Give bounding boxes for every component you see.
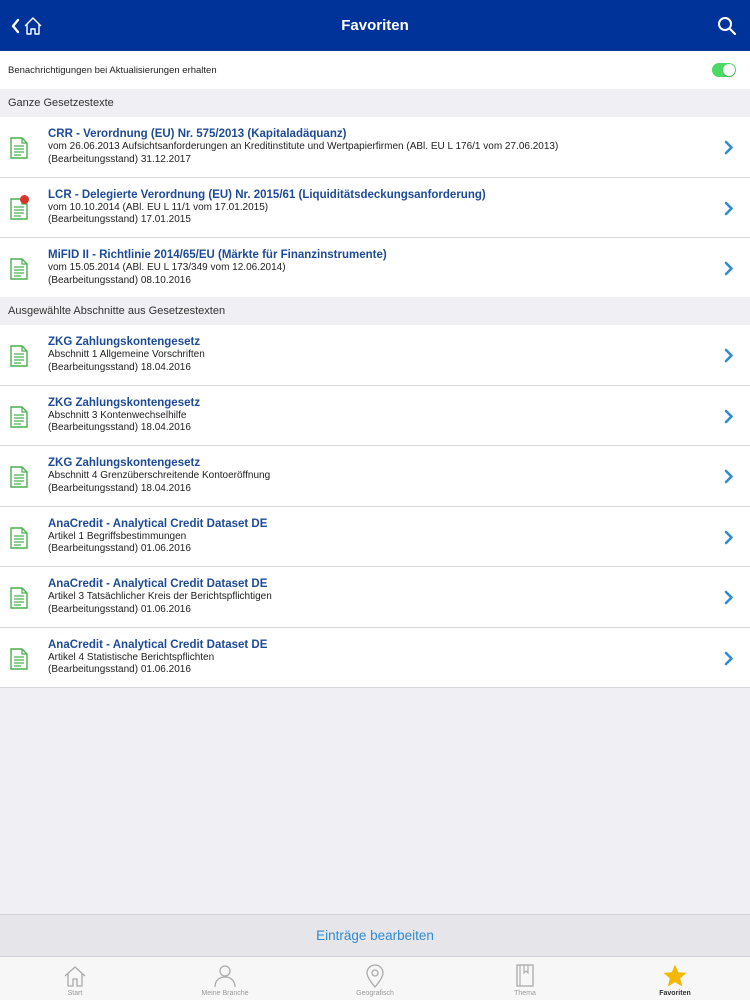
item-status: (Bearbeitungsstand) 08.10.2016: [48, 274, 191, 286]
item-title: ZKG Zahlungskontengesetz: [48, 336, 201, 348]
chevron-right-icon: [724, 261, 733, 276]
tab-label: Start: [67, 990, 83, 997]
item-description: Artikel 1 Begriffsbestimmungen: [48, 530, 187, 542]
item-title: MiFID II - Richtlinie 2014/65/EU (Märkte…: [48, 249, 387, 261]
item-title: ZKG Zahlungskontengesetz: [48, 457, 201, 469]
chevron-right-icon: [724, 140, 733, 155]
list-item[interactable]: ZKG Zahlungskontengesetz Abschnitt 3 Kon…: [0, 385, 750, 446]
tab-label: Geografisch: [356, 990, 394, 997]
nav-bar: Favoriten: [0, 0, 750, 51]
item-status: (Bearbeitungsstand) 18.04.2016: [48, 482, 191, 494]
list-item[interactable]: AnaCredit - Analytical Credit Dataset DE…: [0, 627, 750, 688]
document-icon: [10, 258, 28, 280]
item-title: CRR - Verordnung (EU) Nr. 575/2013 (Kapi…: [48, 128, 347, 140]
tab-meine-branche[interactable]: Meine Branche: [150, 957, 300, 1000]
chevron-right-icon: [724, 590, 733, 605]
chevron-right-icon: [724, 530, 733, 544]
chevron-right-icon: [724, 469, 733, 484]
chevron-right-icon: [724, 348, 733, 363]
section-header-selected-sections: Ausgewählte Abschnitte aus Gesetzestexte…: [0, 297, 750, 325]
document-icon: [10, 587, 28, 609]
item-title: LCR - Delegierte Verordnung (EU) Nr. 201…: [48, 188, 486, 201]
search-icon[interactable]: [716, 15, 738, 37]
home-icon: [24, 17, 42, 35]
edit-bar: Einträge bearbeiten: [0, 914, 750, 956]
tab-label: Meine Branche: [201, 990, 249, 997]
item-status: (Bearbeitungsstand) 01.06.2016: [48, 664, 191, 675]
item-status: (Bearbeitungsstand) 01.06.2016: [48, 543, 191, 554]
item-description: Abschnitt 1 Allgemeine Vorschriften: [48, 349, 205, 360]
chevron-left-icon: [11, 18, 20, 34]
list-item[interactable]: AnaCredit - Analytical Credit Dataset DE…: [0, 506, 750, 567]
document-icon: [10, 405, 28, 428]
document-icon: [10, 345, 28, 367]
list-item[interactable]: LCR - Delegierte Verordnung (EU) Nr. 201…: [0, 177, 750, 238]
item-description: Artikel 4 Statistische Berichtspflichten: [48, 651, 215, 663]
item-title: ZKG Zahlungskontengesetz: [48, 396, 201, 409]
document-icon: [10, 526, 28, 549]
item-description: Artikel 3 Tatsächlicher Kreis der Berich…: [48, 591, 272, 602]
item-status: (Bearbeitungsstand) 18.04.2016: [48, 422, 191, 433]
tab-geografisch[interactable]: Geografisch: [300, 957, 450, 1000]
chevron-right-icon: [724, 201, 733, 215]
item-status: (Bearbeitungsstand) 17.01.2015: [48, 214, 191, 225]
document-icon: [10, 137, 28, 159]
item-description: vom 10.10.2014 (ABl. EU L 11/1 vom 17.01…: [48, 201, 269, 213]
page-title: Favoriten: [341, 17, 409, 34]
list-full-texts: CRR - Verordnung (EU) Nr. 575/2013 (Kapi…: [0, 117, 750, 299]
list-selected-sections: ZKG Zahlungskontengesetz Abschnitt 1 All…: [0, 325, 750, 688]
item-description: Abschnitt 4 Grenzüberschreitende Kontoer…: [48, 470, 271, 481]
item-title: AnaCredit - Analytical Credit Dataset DE: [48, 578, 268, 590]
chevron-right-icon: [724, 409, 733, 423]
list-item[interactable]: CRR - Verordnung (EU) Nr. 575/2013 (Kapi…: [0, 117, 750, 178]
notifications-row: Benachrichtigungen bei Aktualisierungen …: [0, 51, 750, 89]
document-icon: [10, 466, 28, 488]
item-description: vom 26.06.2013 Aufsichtsanforderungen an…: [48, 141, 559, 152]
tab-favoriten[interactable]: Favoriten: [600, 957, 750, 1000]
list-item[interactable]: ZKG Zahlungskontengesetz Abschnitt 4 Gre…: [0, 446, 750, 507]
notifications-label: Benachrichtigungen bei Aktualisierungen …: [8, 64, 217, 76]
location-pin-icon: [366, 964, 384, 988]
person-icon: [214, 965, 236, 988]
star-icon: [663, 964, 687, 987]
tab-start[interactable]: Start: [0, 957, 150, 1000]
item-status: (Bearbeitungsstand) 01.06.2016: [48, 603, 191, 615]
list-item[interactable]: MiFID II - Richtlinie 2014/65/EU (Märkte…: [0, 238, 750, 299]
home-icon: [64, 966, 86, 987]
tab-label: Favoriten: [659, 990, 691, 997]
document-icon: [10, 647, 28, 670]
tab-thema[interactable]: Thema: [450, 957, 600, 1000]
tab-bar: Start Meine Branche Geografisch Thema Fa…: [0, 956, 750, 1000]
tab-label: Thema: [514, 990, 536, 997]
list-item[interactable]: AnaCredit - Analytical Credit Dataset DE…: [0, 567, 750, 628]
item-title: AnaCredit - Analytical Credit Dataset DE: [48, 517, 268, 530]
item-status: (Bearbeitungsstand) 31.12.2017: [48, 153, 191, 165]
chevron-right-icon: [724, 651, 733, 665]
notifications-toggle[interactable]: [712, 63, 736, 77]
book-icon: [516, 964, 534, 987]
list-item[interactable]: ZKG Zahlungskontengesetz Abschnitt 1 All…: [0, 325, 750, 386]
item-description: vom 15.05.2014 (ABl. EU L 173/349 vom 12…: [48, 262, 286, 273]
section-header-full-texts: Ganze Gesetzestexte: [0, 89, 750, 117]
edit-entries-button[interactable]: Einträge bearbeiten: [316, 928, 434, 943]
update-badge: [20, 194, 29, 204]
item-title: AnaCredit - Analytical Credit Dataset DE: [48, 638, 268, 651]
item-status: (Bearbeitungsstand) 18.04.2016: [48, 361, 191, 373]
item-description: Abschnitt 3 Kontenwechselhilfe: [48, 409, 187, 421]
back-button[interactable]: [10, 12, 44, 40]
